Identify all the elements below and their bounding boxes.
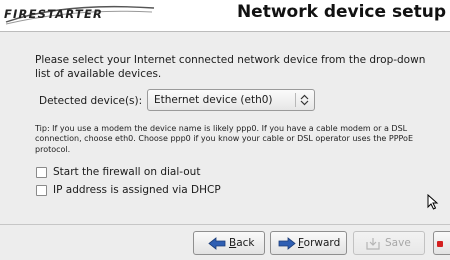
arrow-right-icon xyxy=(278,237,296,250)
app-logo-text: FIRESTARTER xyxy=(4,7,104,21)
device-dropdown[interactable]: Ethernet device (eth0) xyxy=(147,89,315,111)
stop-icon xyxy=(437,241,443,247)
quit-button-partial[interactable] xyxy=(433,231,450,255)
save-icon xyxy=(366,238,380,250)
dhcp-checkbox-label[interactable]: IP address is assigned via DHCP xyxy=(53,184,221,196)
header-bar: FIRESTARTER Network device setup xyxy=(0,0,450,31)
save-button[interactable]: Save xyxy=(353,231,425,255)
updown-arrows-icon xyxy=(300,94,309,106)
button-bar-divider xyxy=(0,224,450,225)
forward-button[interactable]: Forward xyxy=(270,231,347,255)
dropdown-separator xyxy=(295,93,296,107)
dialout-checkbox-label[interactable]: Start the firewall on dial-out xyxy=(53,166,200,178)
save-label: Save xyxy=(385,237,411,249)
mouse-cursor-icon xyxy=(427,194,439,210)
back-button[interactable]: Back xyxy=(193,231,265,255)
intro-text: Please select your Internet connected ne… xyxy=(35,54,426,80)
dialout-checkbox[interactable] xyxy=(36,167,47,178)
header-divider xyxy=(0,31,450,32)
arrow-left-icon xyxy=(208,237,226,250)
back-label: ack xyxy=(236,237,255,249)
forward-label: orward xyxy=(303,237,341,249)
tip-text: Tip: If you use a modem the device name … xyxy=(35,124,414,154)
detected-devices-label: Detected device(s): xyxy=(39,95,143,107)
device-dropdown-value: Ethernet device (eth0) xyxy=(154,94,273,106)
dhcp-checkbox[interactable] xyxy=(36,185,47,196)
page-title: Network device setup xyxy=(236,2,446,22)
